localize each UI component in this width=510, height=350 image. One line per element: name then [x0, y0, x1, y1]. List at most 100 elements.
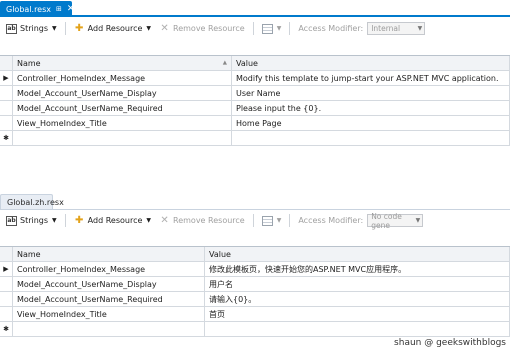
column-header-value[interactable]: Value — [205, 247, 510, 262]
row-selector[interactable]: ▶ — [0, 262, 13, 277]
access-modifier-combo[interactable]: Internal ▼ — [367, 22, 426, 35]
resource-name-cell[interactable]: Model_Account_UserName_Required — [13, 101, 232, 116]
resx-editor-panel-global-zh: Global.zh.resx ab Strings ▼ ✚ Add Resour… — [0, 190, 510, 350]
resource-value-cell[interactable]: Modify this template to jump-start your … — [232, 71, 510, 86]
add-resource-button[interactable]: ✚ Add Resource ▼ — [74, 23, 151, 34]
document-tab-strip: Global.resx ⊞ ✕ — [0, 0, 510, 17]
access-modifier-label: Access Modifier: — [298, 24, 364, 33]
remove-resource-label: Remove Resource — [173, 216, 245, 225]
remove-resource-button[interactable]: ✕ Remove Resource — [159, 23, 245, 34]
new-row[interactable]: ✱ — [0, 322, 510, 337]
resource-name-cell[interactable]: Model_Account_UserName_Display — [13, 277, 205, 292]
add-resource-icon: ✚ — [74, 23, 84, 34]
row-selector[interactable] — [0, 101, 13, 116]
tab-strip-underline — [0, 209, 510, 210]
resx-editor-panel-global: Global.resx ⊞ ✕ ab Strings ▼ ✚ Add Resou… — [0, 0, 510, 190]
resource-name-cell[interactable]: Controller_HomeIndex_Message — [13, 262, 205, 277]
table-row[interactable]: View_HomeIndex_Title Home Page — [0, 116, 510, 131]
table-row[interactable]: View_HomeIndex_Title 首页 — [0, 307, 510, 322]
resource-value-cell[interactable]: User Name — [232, 86, 510, 101]
chevron-down-icon: ▼ — [52, 25, 57, 32]
resource-grid: Name ▲ Value ▶ Controller_HomeIndex_Mess… — [0, 55, 510, 146]
row-selector[interactable] — [0, 307, 13, 322]
table-row[interactable]: Model_Account_UserName_Required Please i… — [0, 101, 510, 116]
close-icon[interactable]: ✕ — [67, 4, 75, 14]
add-resource-label: Add Resource — [87, 216, 143, 225]
grid-view-icon — [261, 23, 273, 34]
views-dropdown-button[interactable]: ▼ — [261, 215, 282, 226]
new-name-cell[interactable] — [13, 131, 232, 146]
access-modifier-combo[interactable]: No code gene ▼ — [367, 211, 424, 230]
table-row[interactable]: ▶ Controller_HomeIndex_Message Modify th… — [0, 71, 510, 86]
grid-header-row: Name Value — [0, 247, 510, 262]
chevron-down-icon: ▼ — [276, 217, 282, 224]
resource-name-cell[interactable]: Model_Account_UserName_Display — [13, 86, 232, 101]
remove-icon: ✕ — [160, 23, 169, 34]
toolbar-separator — [289, 22, 291, 35]
access-modifier-value: No code gene — [371, 211, 402, 230]
sort-ascending-icon: ▲ — [222, 60, 227, 66]
new-row-icon: ✱ — [0, 131, 13, 146]
resource-value-cell[interactable]: 首页 — [205, 307, 510, 322]
toolbar-separator — [252, 214, 254, 227]
table-row[interactable]: Model_Account_UserName_Display 用户名 — [0, 277, 510, 292]
resource-value-cell[interactable]: 请输入{0}。 — [205, 292, 510, 307]
tab-global-zh-resx[interactable]: Global.zh.resx — [0, 194, 64, 210]
access-modifier-value: Internal — [371, 24, 401, 33]
toolbar-separator — [289, 214, 291, 227]
resource-grid: Name Value ▶ Controller_HomeIndex_Messag… — [0, 246, 510, 337]
resource-name-cell[interactable]: Model_Account_UserName_Required — [13, 292, 205, 307]
column-header-value[interactable]: Value — [232, 56, 510, 71]
resource-value-cell[interactable]: Please input the {0}. — [232, 101, 510, 116]
table-row[interactable]: ▶ Controller_HomeIndex_Message 修改此模板页，快速… — [0, 262, 510, 277]
row-header-corner — [0, 56, 13, 71]
chevron-down-icon: ▼ — [52, 217, 57, 224]
resource-name-cell[interactable]: View_HomeIndex_Title — [13, 116, 232, 131]
table-row[interactable]: Model_Account_UserName_Display User Name — [0, 86, 510, 101]
new-row[interactable]: ✱ — [0, 131, 510, 146]
toolbar-separator — [64, 22, 66, 35]
views-dropdown-button[interactable]: ▼ — [261, 23, 282, 34]
table-row[interactable]: Model_Account_UserName_Required 请输入{0}。 — [0, 292, 510, 307]
row-selector[interactable] — [0, 292, 13, 307]
resource-toolbar: ab Strings ▼ ✚ Add Resource ▼ ✕ Remove R… — [0, 211, 510, 230]
remove-resource-label: Remove Resource — [173, 24, 245, 33]
resource-toolbar: ab Strings ▼ ✚ Add Resource ▼ ✕ Remove R… — [0, 19, 510, 38]
chevron-down-icon: ▼ — [276, 25, 282, 32]
strings-dropdown-button[interactable]: ab Strings ▼ — [6, 215, 57, 226]
remove-resource-button[interactable]: ✕ Remove Resource — [159, 215, 245, 226]
resource-name-cell[interactable]: Controller_HomeIndex_Message — [13, 71, 232, 86]
column-header-label: Value — [209, 249, 231, 259]
column-header-name[interactable]: Name ▲ — [13, 56, 232, 71]
new-name-cell[interactable] — [13, 322, 205, 337]
row-selector[interactable] — [0, 86, 13, 101]
strings-label: Strings — [20, 24, 49, 33]
new-value-cell[interactable] — [232, 131, 510, 146]
add-resource-icon: ✚ — [74, 215, 84, 226]
row-header-corner — [0, 247, 13, 262]
row-selector[interactable]: ▶ — [0, 71, 13, 86]
resource-value-cell[interactable]: Home Page — [232, 116, 510, 131]
document-tab-strip: Global.zh.resx — [0, 193, 510, 210]
chevron-down-icon: ▼ — [146, 217, 152, 224]
new-value-cell[interactable] — [205, 322, 510, 337]
strings-dropdown-button[interactable]: ab Strings ▼ — [6, 23, 57, 34]
column-header-label: Value — [236, 58, 258, 68]
column-header-label: Name — [17, 249, 41, 259]
tab-title: Global.resx — [6, 4, 51, 14]
add-resource-button[interactable]: ✚ Add Resource ▼ — [74, 215, 152, 226]
watermark-text: shaun @ geekswithblogs — [394, 338, 506, 348]
resource-name-cell[interactable]: View_HomeIndex_Title — [13, 307, 205, 322]
row-selector[interactable] — [0, 116, 13, 131]
column-header-label: Name — [17, 58, 41, 68]
resource-value-cell[interactable]: 修改此模板页，快速开始您的ASP.NET MVC应用程序。 — [205, 262, 510, 277]
chevron-down-icon: ▼ — [417, 25, 423, 32]
column-header-name[interactable]: Name — [13, 247, 205, 262]
row-selector[interactable] — [0, 277, 13, 292]
pin-icon[interactable]: ⊞ — [56, 5, 62, 13]
new-row-icon: ✱ — [0, 322, 13, 337]
resource-value-cell[interactable]: 用户名 — [205, 277, 510, 292]
tab-title: Global.zh.resx — [7, 198, 64, 207]
strings-label: Strings — [20, 216, 49, 225]
chevron-down-icon: ▼ — [415, 217, 421, 224]
